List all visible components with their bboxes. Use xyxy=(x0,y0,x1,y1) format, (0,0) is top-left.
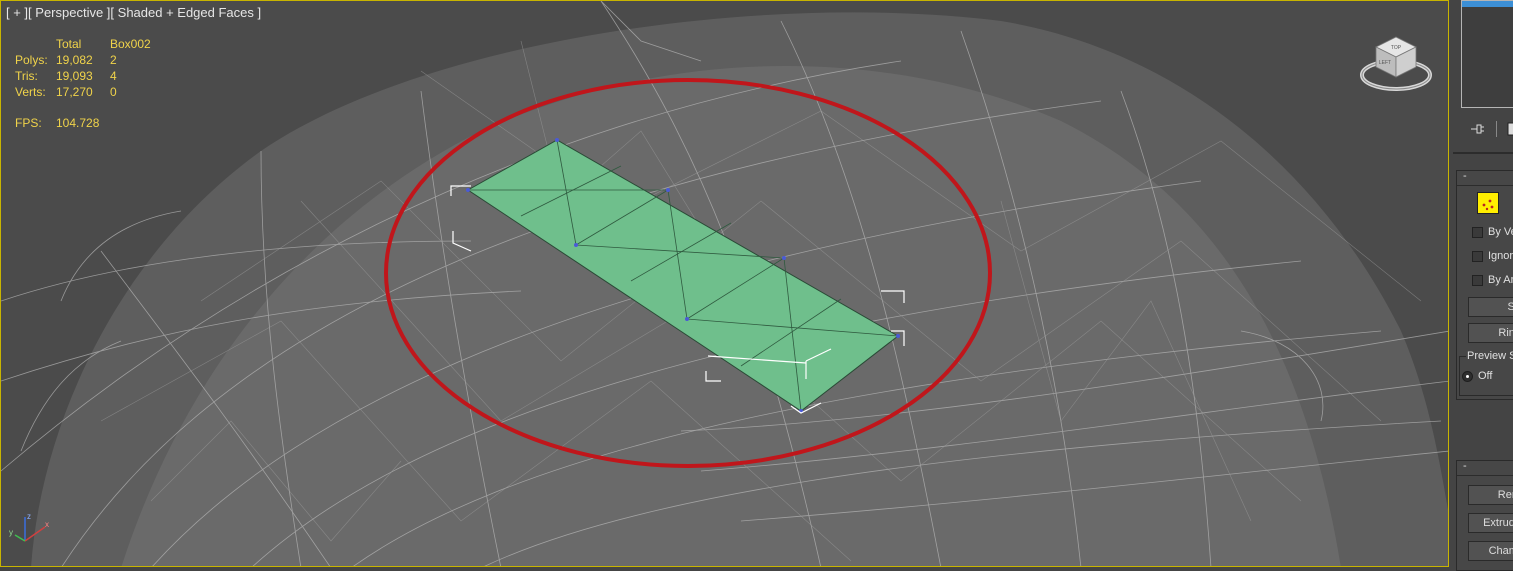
by-vertex-checkbox[interactable] xyxy=(1472,227,1483,238)
stats-label: Verts: xyxy=(15,85,46,99)
by-vertex-label: By Ve xyxy=(1488,226,1513,238)
stats-row-verts: Verts: 17,270 0 xyxy=(15,84,170,100)
viewcube-icon[interactable]: TOP LEFT xyxy=(1358,33,1434,95)
shrink-button[interactable]: Sh xyxy=(1468,297,1513,317)
perspective-viewport[interactable]: [ + ][ Perspective ][ Shaded + Edged Fac… xyxy=(0,0,1449,567)
axis-y-label: y xyxy=(9,528,13,537)
chamfer-button[interactable]: Chamf xyxy=(1468,541,1513,561)
vertex-subobject-icon[interactable] xyxy=(1477,192,1499,214)
selection-rollout-toggle[interactable]: - xyxy=(1457,171,1513,186)
modifier-stack-list[interactable] xyxy=(1461,0,1513,108)
pin-stack-icon[interactable] xyxy=(1469,122,1487,136)
remove-button[interactable]: Rem xyxy=(1468,485,1513,505)
viewcube-left-label: LEFT xyxy=(1379,60,1391,66)
preview-off-radio[interactable] xyxy=(1462,371,1473,382)
stats-total: 17,270 xyxy=(56,85,93,99)
viewport-label-menu: [ + ][ Perspective ][ Shaded + Edged Fac… xyxy=(6,5,261,20)
fps-label: FPS: xyxy=(15,116,42,130)
stats-total: 19,093 xyxy=(56,69,93,83)
toolbar-divider xyxy=(1496,121,1497,137)
stats-object-header: Box002 xyxy=(110,37,151,51)
by-angle-checkbox[interactable] xyxy=(1472,275,1483,286)
viewport-pov-menu[interactable]: [ Perspective ] xyxy=(28,5,110,20)
viewport-shading-menu[interactable]: [ Shaded + Edged Faces ] xyxy=(110,5,261,20)
extrude-button[interactable]: Extrude xyxy=(1468,513,1513,533)
axis-x-label: x xyxy=(45,520,49,529)
ignore-backfacing-label: Ignor xyxy=(1488,250,1513,262)
stats-row-tris: Tris: 19,093 4 xyxy=(15,68,170,84)
axis-z-label: z xyxy=(27,512,31,521)
ignore-backfacing-checkbox[interactable] xyxy=(1472,251,1483,262)
preview-selection-title: Preview S xyxy=(1466,350,1513,362)
edit-rollout-toggle[interactable]: - xyxy=(1457,461,1513,476)
stats-header-row: Total Box002 xyxy=(15,36,170,52)
stats-total: 19,082 xyxy=(56,53,93,67)
stats-label: Polys: xyxy=(15,53,48,67)
stats-object: 2 xyxy=(110,53,117,67)
fps-value: 104.728 xyxy=(56,116,100,130)
show-end-result-icon[interactable] xyxy=(1506,121,1513,137)
stats-object: 4 xyxy=(110,69,117,83)
by-angle-label: By An xyxy=(1488,274,1513,286)
wireframe-scene xyxy=(1,1,1448,566)
ring-button[interactable]: Ring xyxy=(1468,323,1513,343)
viewport-statistics: Total Box002 Polys: 19,082 2 Tris: 19,09… xyxy=(15,36,170,100)
viewcube-top-label: TOP xyxy=(1391,45,1402,51)
panel-separator xyxy=(1453,152,1513,154)
stats-total-header: Total xyxy=(56,37,82,51)
stats-object: 0 xyxy=(110,85,117,99)
stack-selected-item[interactable] xyxy=(1462,1,1513,7)
axis-tripod-icon: z x y xyxy=(9,512,49,542)
fps-readout: FPS: 104.728 xyxy=(15,116,99,130)
stats-label: Tris: xyxy=(15,69,38,83)
viewport-general-menu[interactable]: [ + ] xyxy=(6,5,28,20)
preview-off-label: Off xyxy=(1478,370,1493,382)
stats-row-polys: Polys: 19,082 2 xyxy=(15,52,170,68)
